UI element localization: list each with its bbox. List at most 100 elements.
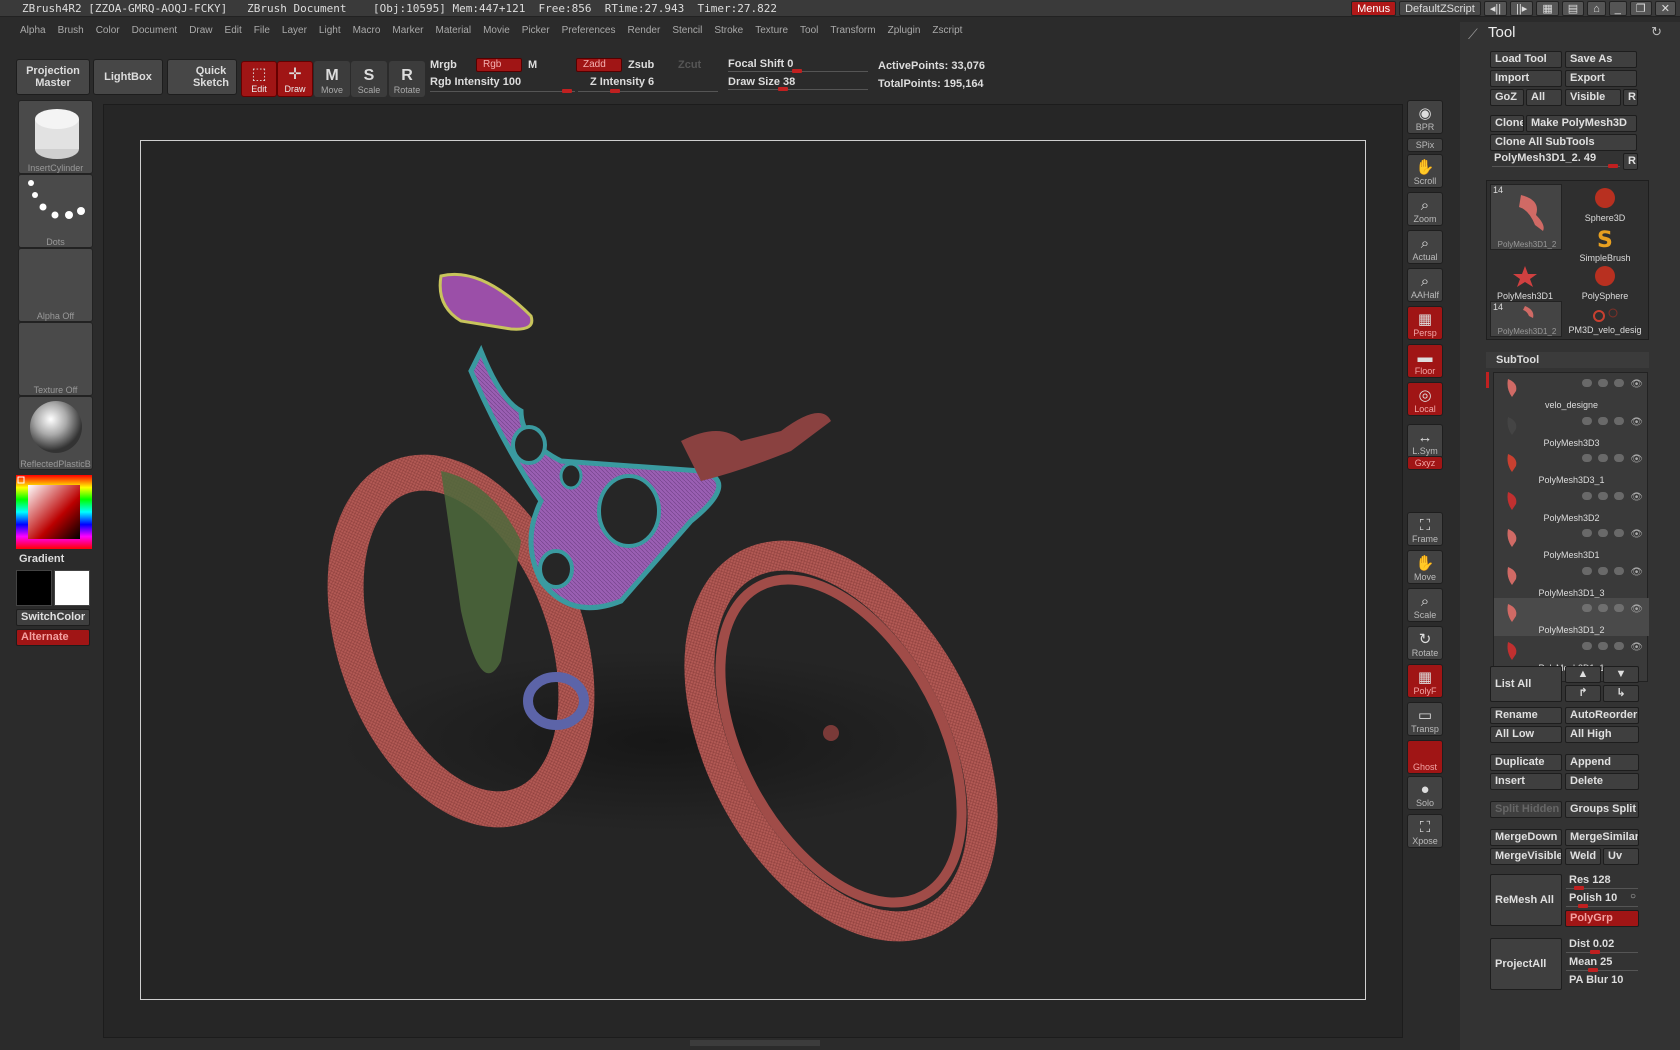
move-button[interactable]: ✋ Move [1407,550,1443,584]
m-toggle[interactable]: M [528,59,537,71]
refresh-icon[interactable]: ↻ [1651,24,1662,40]
current-tool-knob[interactable] [1608,164,1618,168]
draw-button[interactable]: ✛ Draw [277,61,313,97]
rgb-intensity-slider[interactable] [430,91,575,92]
layout-icon[interactable]: ▦ [1536,1,1559,16]
bike-seat[interactable] [438,272,534,331]
menu-brush[interactable]: Brush [52,22,90,40]
polish-circle-icon[interactable]: ○ [1630,891,1636,902]
zsub-toggle[interactable]: Zsub [628,59,654,71]
all-high-button[interactable]: All High [1565,726,1639,743]
rotate-button[interactable]: ↻ Rotate [1407,626,1443,660]
frame-button[interactable]: ⛶ Frame [1407,512,1443,546]
switch-color-button[interactable]: SwitchColor [16,609,90,626]
zadd-toggle[interactable]: Zadd [576,58,622,72]
merge-down-button[interactable]: MergeDown [1490,829,1562,846]
bottom-tray-handle[interactable] [690,1040,820,1046]
focal-shift-knob[interactable] [792,69,802,73]
insert-button[interactable]: Insert [1490,773,1562,790]
delete-button[interactable]: Delete [1565,773,1639,790]
duplicate-button[interactable]: Duplicate [1490,754,1562,771]
mrgb-toggle[interactable]: Mrgb [430,59,457,71]
save-as-button[interactable]: Save As [1565,51,1637,68]
tool-simplebrush[interactable]: S SimpleBrush [1567,225,1643,263]
append-button[interactable]: Append [1565,754,1639,771]
alpha-thumbnail[interactable]: Alpha Off [18,248,93,322]
close-icon[interactable]: ✕ [1654,1,1676,16]
tool-polysphere[interactable]: PolySphere [1567,263,1643,301]
goz-visible-button[interactable]: Visible [1565,89,1621,106]
stroke-thumbnail[interactable]: Dots [18,174,93,248]
mean-slider-knob[interactable] [1588,968,1598,972]
menus-button[interactable]: Menus [1351,1,1397,16]
subtool-toggles[interactable]: 👁 [1582,529,1643,540]
menu-zplugin[interactable]: Zplugin [882,22,927,40]
document-canvas[interactable] [140,140,1366,1000]
tool-thumb-polymesh-2[interactable]: 14 PolyMesh3D1_2 [1490,301,1562,337]
subtool-scroll-marker[interactable] [1486,372,1489,388]
project-all-button[interactable]: ProjectAll [1490,938,1562,990]
tool-polymesh3d1[interactable]: PolyMesh3D1 [1487,263,1563,301]
rgb-intensity-label[interactable]: Rgb Intensity 100 [430,76,521,88]
aahalf-button[interactable]: ⌕ AAHalf [1407,268,1443,302]
merge-visible-button[interactable]: MergeVisible [1490,848,1562,865]
z-intensity-slider[interactable] [578,91,718,92]
dist-slider-knob[interactable] [1590,950,1600,954]
lock-icon[interactable]: ⌂ [1587,1,1606,16]
subtool-toggles[interactable]: 👁 [1582,454,1643,465]
polyf-button[interactable]: ▦ PolyF [1407,664,1443,698]
canvas-viewport[interactable] [103,104,1403,1038]
move-down-arrow-icon[interactable]: ▼ [1603,666,1639,683]
subtool-toggles[interactable]: 👁 [1582,566,1643,578]
zcut-toggle[interactable]: Zcut [678,59,701,71]
subtool-row[interactable]: 👁 PolyMesh3D3_1 [1494,448,1649,486]
lsym-button[interactable]: ↔ L.Sym [1407,424,1443,458]
scale-button[interactable]: ⌕ Scale [1407,588,1443,622]
groups-split-button[interactable]: Groups Split [1565,801,1639,818]
projection-master-button[interactable]: Projection Master [16,59,90,95]
load-tool-button[interactable]: Load Tool [1490,51,1562,68]
mean-slider-label[interactable]: Mean 25 [1569,956,1612,968]
subtool-row[interactable]: 👁 PolyMesh3D2 [1494,486,1649,524]
uv-button[interactable]: Uv [1603,848,1639,865]
goz-r-button[interactable]: R [1623,89,1638,106]
default-zscript-button[interactable]: DefaultZScript [1399,1,1481,16]
expand-icon[interactable]: ||▸ [1510,1,1534,16]
polish-slider[interactable] [1566,906,1638,907]
menu-movie[interactable]: Movie [477,22,516,40]
list-all-button[interactable]: List All [1490,666,1562,702]
rename-button[interactable]: Rename [1490,707,1562,724]
draw-size-knob[interactable] [778,87,788,91]
color-picker[interactable] [16,475,92,549]
clone-all-subtools-button[interactable]: Clone All SubTools [1490,134,1637,151]
solo-button[interactable]: ● Solo [1407,776,1443,810]
split-hidden-button[interactable]: Split Hidden [1490,801,1562,818]
menu-document[interactable]: Document [126,22,184,40]
make-polymesh-button[interactable]: Make PolyMesh3D [1526,115,1637,132]
tool-pm3d-velo[interactable]: PM3D_velo_desig [1567,307,1643,335]
brush-thumbnail[interactable]: InsertCylinder [18,100,93,174]
menu-light[interactable]: Light [313,22,347,40]
import-button[interactable]: Import [1490,70,1562,87]
subtool-toggles[interactable]: 👁 [1582,491,1643,503]
menu-tool[interactable]: Tool [794,22,824,40]
transp-button[interactable]: ▭ Transp [1407,702,1443,736]
actual-button[interactable]: ⌕ Actual [1407,230,1443,264]
res-slider-label[interactable]: Res 128 [1569,874,1611,886]
subtool-toggles[interactable]: 👁 [1582,416,1643,428]
quick-sketch-button[interactable]: Quick Sketch [167,59,237,95]
rgb-intensity-knob[interactable] [562,89,572,93]
main-color-swatch[interactable] [16,570,52,606]
tool-pin-icon[interactable]: ⟋ [1468,26,1478,43]
polish-slider-label[interactable]: Polish 10 [1569,892,1617,904]
remesh-all-button[interactable]: ReMesh All [1490,874,1562,926]
z-intensity-knob[interactable] [610,89,620,93]
menu-render[interactable]: Render [622,22,667,40]
move-button[interactable]: M Move [314,61,350,97]
goz-all-button[interactable]: All [1526,89,1562,106]
zoom-button[interactable]: ⌕ Zoom [1407,192,1443,226]
weld-button[interactable]: Weld [1565,848,1601,865]
minimize-icon[interactable]: _ [1608,1,1627,16]
polygrp-button[interactable]: PolyGrp [1565,910,1639,927]
tool-sphere3d[interactable]: Sphere3D [1567,185,1643,223]
